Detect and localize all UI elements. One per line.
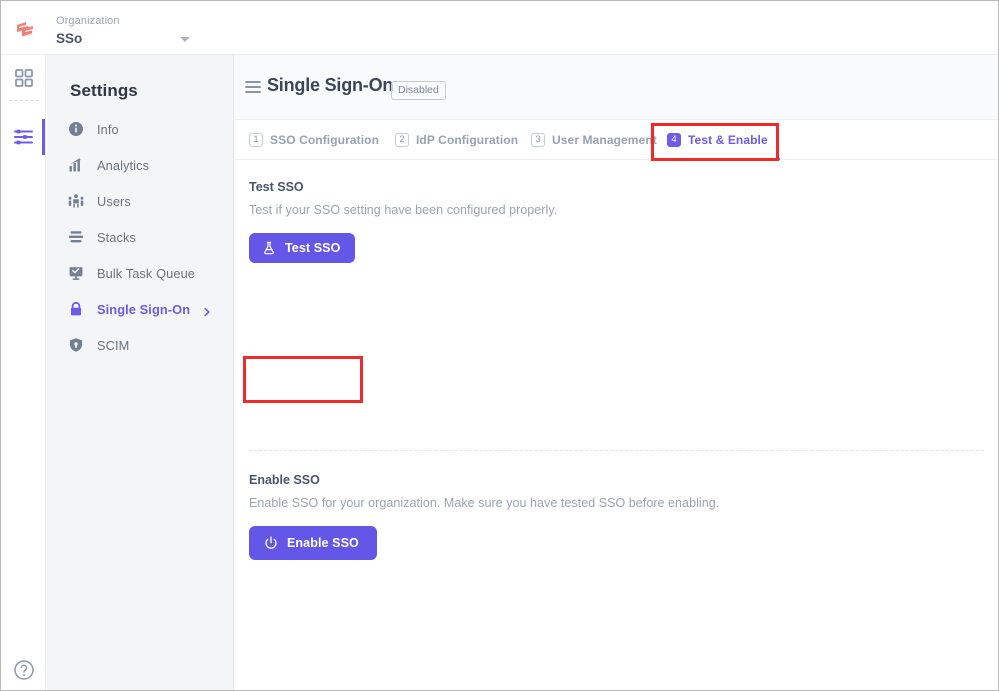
- sidebar-item-bulk-task-queue[interactable]: Bulk Task Queue: [47, 255, 234, 291]
- test-sso-button[interactable]: Test SSO: [249, 233, 355, 263]
- flask-icon: [262, 241, 276, 255]
- chevron-right-icon: [202, 304, 212, 314]
- organization-label: Organization: [56, 14, 196, 28]
- question-circle-icon[interactable]: [12, 658, 36, 682]
- sidebar-item-label: SCIM: [97, 338, 129, 353]
- users-group-icon: [68, 193, 84, 209]
- hamburger-menu-icon[interactable]: [245, 80, 261, 94]
- status-badge: Disabled: [391, 81, 446, 100]
- section-description: Enable SSO for your organization. Make s…: [249, 496, 719, 510]
- sidebar-item-label: Info: [97, 122, 119, 137]
- tab-idp-configuration[interactable]: 2 IdP Configuration: [395, 120, 518, 160]
- sliders-settings-icon[interactable]: [12, 125, 36, 149]
- page-header: Single Sign-On Disabled: [235, 55, 998, 120]
- tab-step-number: 4: [667, 133, 681, 147]
- sidebar-item-label: Single Sign-On: [97, 302, 190, 317]
- section-title: Test SSO: [249, 180, 557, 194]
- sidebar-item-users[interactable]: Users: [47, 183, 234, 219]
- rail-active-indicator: [42, 119, 45, 155]
- tab-label: Test & Enable: [688, 133, 768, 147]
- organization-name: SSo: [56, 30, 196, 48]
- sidebar-item-stacks[interactable]: Stacks: [47, 219, 234, 255]
- sidebar-title: Settings: [70, 81, 138, 101]
- button-label: Test SSO: [285, 241, 340, 255]
- tab-user-management[interactable]: 3 User Management: [531, 120, 657, 160]
- rail-divider: [9, 100, 39, 101]
- tab-sso-configuration[interactable]: 1 SSO Configuration: [249, 120, 379, 160]
- enable-sso-section: Enable SSO Enable SSO for your organizat…: [249, 473, 719, 560]
- enable-sso-button[interactable]: Enable SSO: [249, 526, 377, 560]
- shield-icon: [68, 337, 84, 353]
- sidebar-item-label: Bulk Task Queue: [97, 266, 195, 281]
- settings-sidebar: Settings Info: [47, 55, 234, 691]
- top-bar: Organization SSo: [1, 1, 998, 55]
- tab-test-and-enable[interactable]: 4 Test & Enable: [667, 120, 768, 160]
- app-window: Organization SSo: [0, 0, 999, 691]
- info-circle-icon: [68, 121, 84, 137]
- button-label: Enable SSO: [287, 536, 359, 550]
- stacks-layers-icon: [68, 229, 84, 245]
- main-content: Single Sign-On Disabled 1 SSO Configurat…: [235, 55, 998, 691]
- tab-label: SSO Configuration: [270, 133, 379, 147]
- tab-step-number: 3: [531, 133, 545, 147]
- sidebar-item-scim[interactable]: SCIM: [47, 327, 234, 363]
- analytics-chart-icon: [68, 157, 84, 173]
- tab-label: User Management: [552, 133, 657, 147]
- tab-bar: 1 SSO Configuration 2 IdP Configuration …: [235, 120, 998, 160]
- sidebar-nav-list: Info Analytics: [47, 111, 234, 363]
- power-icon: [264, 536, 278, 550]
- sidebar-item-label: Stacks: [97, 230, 136, 245]
- tab-step-number: 1: [249, 133, 263, 147]
- page-title: Single Sign-On: [267, 75, 393, 96]
- sidebar-item-label: Users: [97, 194, 131, 209]
- tab-step-number: 2: [395, 133, 409, 147]
- task-queue-icon: [68, 265, 84, 281]
- test-sso-section: Test SSO Test if your SSO setting have b…: [249, 180, 557, 263]
- icon-rail: [1, 55, 46, 691]
- section-divider: [249, 450, 984, 451]
- section-description: Test if your SSO setting have been confi…: [249, 203, 557, 217]
- grid-apps-icon[interactable]: [12, 66, 36, 90]
- tab-label: IdP Configuration: [416, 133, 518, 147]
- chevron-down-icon[interactable]: [180, 37, 190, 42]
- sidebar-item-label: Analytics: [97, 158, 149, 173]
- sidebar-item-analytics[interactable]: Analytics: [47, 147, 234, 183]
- lock-icon: [68, 301, 84, 317]
- company-logo-icon: [11, 19, 39, 41]
- sidebar-item-info[interactable]: Info: [47, 111, 234, 147]
- organization-switcher[interactable]: Organization SSo: [56, 14, 196, 48]
- sidebar-item-single-sign-on[interactable]: Single Sign-On: [47, 291, 234, 327]
- section-title: Enable SSO: [249, 473, 719, 487]
